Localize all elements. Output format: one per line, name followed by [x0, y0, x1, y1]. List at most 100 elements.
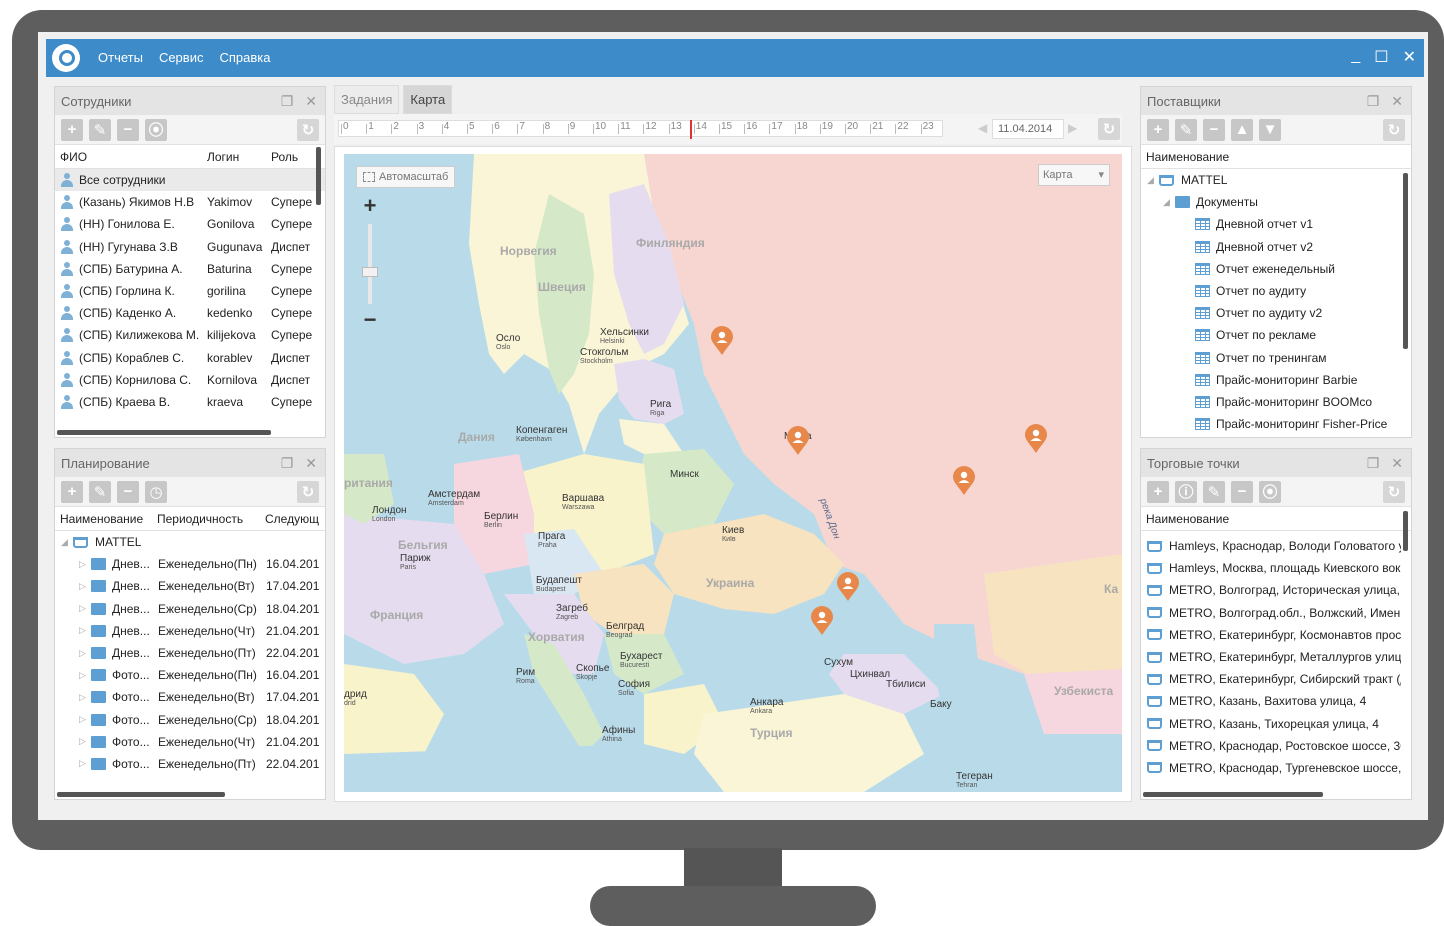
autoscale-button[interactable]: Автомасштаб: [356, 166, 456, 188]
refresh-icon[interactable]: ↻: [297, 118, 319, 141]
add-button[interactable]: +: [1147, 480, 1169, 503]
column-name[interactable]: Наименование: [1141, 150, 1229, 164]
table-row[interactable]: ▷ Фото... Еженедельно(Ср) 18.04.201: [55, 709, 325, 731]
table-row[interactable]: ▷ Фото... Еженедельно(Пн) 16.04.201: [55, 664, 325, 686]
list-item[interactable]: METRO, Краснодар, Ростовское шоссе, 30: [1141, 735, 1411, 757]
minimize-icon[interactable]: _: [1351, 47, 1360, 67]
map-marker-icon[interactable]: [710, 326, 734, 356]
next-date-icon[interactable]: ▶: [1068, 121, 1077, 135]
table-row[interactable]: (СПБ) Батурина А. Baturina Супере: [55, 258, 325, 280]
map-view[interactable]: Автомасштаб Карта + − ОслоOslo ХельсинкиH…: [344, 154, 1122, 792]
menu-item-service[interactable]: Сервис: [159, 50, 204, 65]
horizontal-scrollbar[interactable]: [1143, 792, 1323, 797]
map-marker-icon[interactable]: [952, 466, 976, 496]
expand-icon[interactable]: ▷: [55, 625, 91, 636]
column-period[interactable]: Периодичность: [157, 512, 265, 526]
expand-icon[interactable]: ▷: [55, 758, 91, 769]
list-item[interactable]: Отчет по рекламе: [1141, 324, 1411, 346]
vertical-scrollbar[interactable]: [316, 147, 321, 205]
add-button[interactable]: +: [61, 118, 83, 141]
refresh-icon[interactable]: ↻: [297, 480, 319, 503]
expand-icon[interactable]: ▷: [55, 648, 91, 659]
close-icon[interactable]: ✕: [305, 455, 317, 472]
refresh-icon[interactable]: ↻: [1383, 118, 1405, 141]
map-type-select[interactable]: Карта: [1038, 164, 1110, 186]
refresh-icon[interactable]: ↻: [1383, 480, 1405, 503]
list-item[interactable]: METRO, Волгоград.обл., Волжский, Имени: [1141, 602, 1411, 624]
list-item[interactable]: Прайс-мониторинг Barbie: [1141, 369, 1411, 391]
map-marker-icon[interactable]: [1024, 424, 1048, 454]
tab-map[interactable]: Карта: [403, 85, 453, 114]
edit-icon[interactable]: ✎: [1203, 480, 1225, 503]
zoom-slider-handle[interactable]: [362, 267, 378, 277]
remove-button[interactable]: −: [1231, 480, 1253, 503]
expand-icon[interactable]: ▷: [55, 692, 91, 703]
tab-tasks[interactable]: Задания: [334, 85, 400, 114]
vertical-scrollbar[interactable]: [1403, 173, 1408, 349]
list-item[interactable]: Дневной отчет v2: [1141, 236, 1411, 258]
list-item[interactable]: Hamleys, Москва, площадь Киевского вок: [1141, 557, 1411, 579]
list-item[interactable]: METRO, Краснодар, Тургеневское шоссе, 2: [1141, 757, 1411, 779]
expand-icon[interactable]: ▷: [55, 670, 91, 681]
tree-root-mattel[interactable]: ◢ MATTEL: [1141, 169, 1411, 191]
timeline-cursor[interactable]: [689, 120, 692, 139]
collapse-icon[interactable]: ◢: [55, 537, 73, 548]
restore-icon[interactable]: ❐: [281, 93, 294, 110]
horizontal-scrollbar[interactable]: [57, 430, 271, 435]
list-item[interactable]: Прайс-мониторинг BOOMco: [1141, 391, 1411, 413]
table-row[interactable]: (СПБ) Каденко А. kedenko Супере: [55, 302, 325, 324]
close-icon[interactable]: ✕: [1391, 93, 1403, 110]
expand-icon[interactable]: ▷: [55, 559, 91, 570]
table-row[interactable]: (СПБ) Краева В. kraeva Супере: [55, 391, 325, 413]
list-item[interactable]: METRO, Казань, Тихорецкая улица, 4: [1141, 713, 1411, 735]
timeline-slider[interactable]: 0 1 2 3 4 5 6 7 8 9 10 11 12 13 14 15 16 17 18 19 20 21 22 23: [338, 120, 943, 139]
table-row[interactable]: ▷ Днев... Еженедельно(Ср) 18.04.201: [55, 598, 325, 620]
list-item[interactable]: Дневной отчет v1: [1141, 213, 1411, 235]
table-row[interactable]: (Казань) Якимов Н.В Yakimov Супере: [55, 191, 325, 213]
column-name[interactable]: Наименование: [1141, 512, 1229, 526]
table-row[interactable]: ▷ Днев... Еженедельно(Пт) 22.04.201: [55, 642, 325, 664]
list-item[interactable]: METRO, Волгоград, Историческая улица, 1: [1141, 579, 1411, 601]
column-name[interactable]: Наименование: [55, 512, 157, 526]
table-row[interactable]: (СПБ) Корнилова С. Kornilova Диспет: [55, 369, 325, 391]
table-row[interactable]: ▷ Днев... Еженедельно(Чт) 21.04.201: [55, 620, 325, 642]
table-row[interactable]: ▷ Фото... Еженедельно(Вт) 17.04.201: [55, 686, 325, 708]
table-row[interactable]: (СПБ) Кораблев С. korablev Диспет: [55, 347, 325, 369]
move-up-icon[interactable]: ▲: [1231, 118, 1253, 141]
expand-icon[interactable]: ▷: [55, 736, 91, 747]
map-marker-icon[interactable]: [810, 606, 834, 636]
remove-button[interactable]: −: [117, 118, 139, 141]
horizontal-scrollbar[interactable]: [57, 792, 225, 797]
list-item[interactable]: METRO, Екатеринбург, Космонавтов просп: [1141, 624, 1411, 646]
expand-icon[interactable]: ▷: [55, 581, 91, 592]
close-icon[interactable]: ✕: [305, 93, 317, 110]
expand-icon[interactable]: ▷: [55, 603, 91, 614]
table-row[interactable]: (СПБ) Килижекова М. kilijekova Супере: [55, 324, 325, 346]
remove-button[interactable]: −: [117, 480, 139, 503]
remove-button[interactable]: −: [1203, 118, 1225, 141]
date-field[interactable]: 11.04.2014: [992, 119, 1064, 139]
clock-icon[interactable]: ◷: [145, 480, 167, 503]
refresh-icon[interactable]: ↻: [1098, 118, 1120, 140]
location-icon[interactable]: ⦿: [145, 118, 167, 141]
info-icon[interactable]: ⓘ: [1175, 480, 1197, 503]
edit-icon[interactable]: ✎: [89, 118, 111, 141]
column-login[interactable]: Логин: [207, 150, 271, 164]
location-icon[interactable]: ⦿: [1259, 480, 1281, 503]
list-item[interactable]: Прайс-мониторинг Fisher-Price: [1141, 413, 1411, 435]
edit-icon[interactable]: ✎: [1175, 118, 1197, 141]
vertical-scrollbar[interactable]: [1403, 511, 1408, 551]
edit-icon[interactable]: ✎: [89, 480, 111, 503]
list-item[interactable]: Отчет еженедельный: [1141, 258, 1411, 280]
menu-item-help[interactable]: Справка: [219, 50, 270, 65]
close-icon[interactable]: ✕: [1391, 455, 1403, 472]
zoom-track[interactable]: [368, 224, 372, 304]
column-role[interactable]: Роль: [271, 150, 315, 164]
collapse-icon[interactable]: ◢: [1141, 175, 1159, 186]
list-item-all-employees[interactable]: Все сотрудники: [55, 169, 325, 192]
maximize-icon[interactable]: ☐: [1374, 47, 1388, 67]
zoom-in-button[interactable]: +: [358, 195, 382, 217]
list-item[interactable]: Hamleys, Краснодар, Володи Головатого у: [1141, 535, 1411, 557]
table-row[interactable]: ▷ Фото... Еженедельно(Чт) 21.04.201: [55, 731, 325, 753]
move-down-icon[interactable]: ▼: [1259, 118, 1281, 141]
